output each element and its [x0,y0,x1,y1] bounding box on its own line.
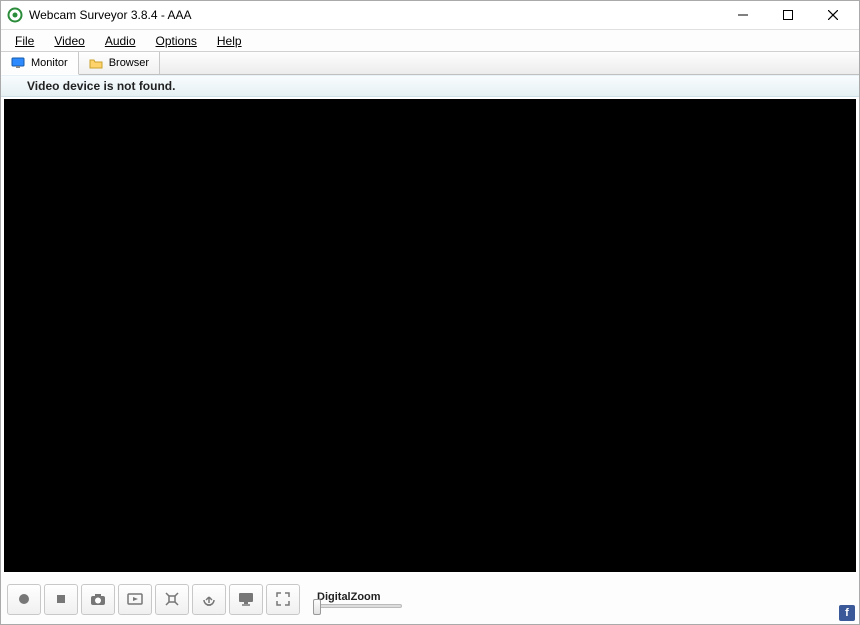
close-button[interactable] [810,1,855,29]
maximize-button[interactable] [765,1,810,29]
motion-detection-button[interactable] [155,584,189,615]
menu-options[interactable]: Options [146,32,207,50]
menu-audio[interactable]: Audio [95,32,146,50]
tab-bar: Monitor Browser [1,51,859,75]
fullscreen-button[interactable] [266,584,300,615]
app-window: Webcam Surveyor 3.8.4 - AAA File Video A… [0,0,860,625]
tab-monitor[interactable]: Monitor [1,52,79,75]
display-button[interactable] [229,584,263,615]
menu-bar: File Video Audio Options Help [1,29,859,51]
status-text: Video device is not found. [27,79,175,93]
zoom-slider[interactable] [317,604,402,608]
window-controls [720,1,855,29]
monitor-icon [11,56,25,70]
facebook-button[interactable]: f [839,605,855,621]
broadcast-button[interactable] [192,584,226,615]
zoom-section: DigitalZoom [317,591,402,608]
tab-browser-label: Browser [109,57,149,69]
title-bar: Webcam Surveyor 3.8.4 - AAA [1,1,859,29]
minimize-button[interactable] [720,1,765,29]
video-area [4,99,856,572]
app-icon [7,7,23,23]
menu-video[interactable]: Video [44,32,94,50]
menu-file[interactable]: File [5,32,44,50]
folder-icon [89,56,103,70]
menu-help[interactable]: Help [207,32,252,50]
video-clip-button[interactable] [118,584,152,615]
zoom-slider-thumb[interactable] [313,599,321,615]
snapshot-button[interactable] [81,584,115,615]
facebook-icon-label: f [845,607,849,619]
window-title: Webcam Surveyor 3.8.4 - AAA [29,8,720,22]
tab-browser[interactable]: Browser [79,52,160,74]
tab-monitor-label: Monitor [31,57,68,69]
record-button[interactable] [7,584,41,615]
stop-button[interactable] [44,584,78,615]
bottom-toolbar: DigitalZoom f [1,574,859,624]
status-bar: Video device is not found. [1,75,859,97]
zoom-label: DigitalZoom [317,591,402,603]
